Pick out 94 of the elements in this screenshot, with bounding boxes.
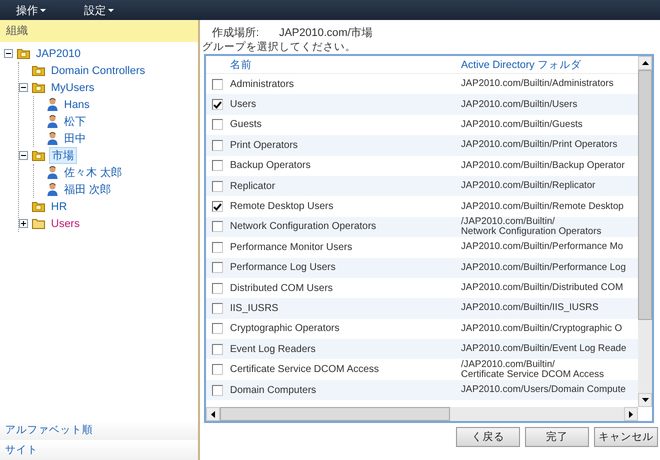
checkbox[interactable] [212, 160, 222, 172]
column-header[interactable]: 名前 [228, 58, 461, 72]
table-cell-text: Administrators [229, 78, 295, 90]
table-cell-text: /JAP2010.com/Builtin/ Network Configuration Operators [461, 216, 602, 237]
dialog-button[interactable]: 完了 [525, 427, 589, 447]
table-cell-text: JAP2010.com/Users/Domain Compute [461, 385, 627, 396]
table-cell-text: JAP2010.com/Builtin/Administrators [461, 79, 614, 90]
table-cell-text: IIS_IUSRS [229, 302, 280, 314]
collapse-icon[interactable] [19, 151, 31, 160]
checkbox[interactable] [212, 344, 222, 355]
tree-item[interactable]: JAP2010 [34, 48, 83, 60]
user-icon [47, 183, 58, 196]
table-cell-text: Cryptographic Operators [229, 323, 340, 334]
table-cell-text: JAP2010.com/Builtin/Distributed COM [461, 283, 624, 294]
tree-item[interactable]: 福田 次郎 [62, 182, 114, 197]
table-cell-text: Network Configuration Operators [229, 221, 378, 232]
table-cell-text: Backup Operators [229, 160, 312, 172]
scroll-up-icon[interactable] [638, 56, 652, 70]
table-cell-text: JAP2010.com/Builtin/Remote Desktop [461, 202, 625, 212]
checkbox[interactable] [212, 99, 222, 110]
table-cell-text: Remote Desktop Users [229, 201, 334, 212]
checkbox[interactable] [212, 201, 222, 212]
expand-icon[interactable] [19, 219, 31, 228]
checkbox[interactable] [212, 262, 222, 274]
table-cell-text: JAP2010.com/Builtin/Performance Mo [461, 242, 624, 252]
tree-item[interactable]: 佐々木 太郎 [62, 165, 124, 180]
checkbox[interactable] [212, 119, 222, 130]
location-value: JAP2010.com/市場 [279, 26, 373, 40]
user-icon [47, 132, 58, 145]
sidebar-header: 組織 [0, 20, 198, 42]
checkbox[interactable] [212, 364, 222, 376]
table-cell-text: Distributed COM Users [229, 282, 334, 294]
table-cell-text: Guests [229, 119, 263, 130]
table-cell-text: JAP2010.com/Builtin/Performance Log [461, 262, 627, 273]
checkbox[interactable] [212, 221, 222, 232]
user-icon [47, 166, 58, 179]
table-cell-text: JAP2010.com/Builtin/Guests [461, 120, 584, 130]
tree-item[interactable]: Hans [62, 98, 92, 110]
horizontal-scrollbar[interactable] [206, 407, 638, 421]
checkbox[interactable] [212, 282, 222, 294]
table-cell-text: Print Operators [229, 140, 299, 151]
table-cell-text: JAP2010.com/Builtin/Users [461, 100, 578, 110]
tree-item[interactable]: 田中 [62, 131, 88, 146]
scrollbar-thumb[interactable] [220, 407, 450, 421]
scroll-right-icon[interactable] [624, 407, 638, 421]
user-icon [47, 115, 58, 128]
table-cell-text: JAP2010.com/Builtin/Print Operators [461, 140, 618, 150]
table-cell-text: /JAP2010.com/Builtin/ Certificate Service DCOM Access [461, 360, 605, 380]
caret-icon [108, 8, 114, 12]
instruction-text: グループを選択してください。 [202, 40, 357, 54]
table-cell-text: Certificate Service DCOM Access [229, 364, 380, 376]
table-cell-text: Performance Monitor Users [229, 242, 354, 253]
location-label: 作成場所: [212, 26, 260, 40]
checkbox[interactable] [212, 140, 222, 151]
scrollbar-thumb[interactable] [638, 70, 652, 320]
dialog-button[interactable]: キャンセル [594, 427, 658, 447]
tree-item[interactable]: Domain Controllers [49, 64, 148, 76]
folder-icon [17, 48, 30, 59]
menu-button[interactable]: 操作 [12, 2, 50, 18]
folder-icon [32, 150, 45, 161]
tree-item[interactable]: HR [49, 200, 69, 212]
folder-icon [32, 65, 45, 76]
checkbox[interactable] [212, 302, 222, 314]
checkbox[interactable] [212, 78, 222, 90]
scroll-down-icon[interactable] [638, 393, 652, 407]
checkbox[interactable] [212, 323, 222, 334]
table-cell-text: Performance Log Users [229, 262, 337, 274]
tree-item[interactable]: 市場 [49, 147, 77, 164]
folder-icon [32, 218, 45, 229]
scroll-left-icon[interactable] [206, 407, 220, 421]
dialog-button[interactable]: く戻る [456, 427, 520, 447]
folder-icon [32, 82, 45, 93]
tree-item[interactable]: Users [49, 218, 82, 230]
table-cell-text: Users [229, 99, 258, 110]
vertical-scrollbar[interactable] [638, 56, 652, 407]
menu-button[interactable]: 設定 [80, 2, 118, 18]
table-cell-text: JAP2010.com/Builtin/Event Log Reade [461, 344, 628, 354]
tree-item[interactable]: MyUsers [49, 82, 96, 94]
folder-icon [32, 201, 45, 212]
table-cell-text: JAP2010.com/Builtin/Cryptographic O [461, 324, 624, 334]
caret-icon [40, 8, 46, 12]
checkbox[interactable] [212, 384, 222, 396]
table-cell-text: JAP2010.com/Builtin/IIS_IUSRS [461, 303, 600, 314]
table-cell-text: Replicator [229, 180, 276, 192]
table-cell-text: Event Log Readers [229, 344, 317, 355]
checkbox[interactable] [212, 180, 222, 192]
table-cell-text: Domain Computers [229, 384, 318, 396]
table-cell-text: JAP2010.com/Builtin/Replicator [461, 181, 596, 192]
checkbox[interactable] [212, 242, 222, 253]
tree-item[interactable]: 松下 [62, 114, 88, 129]
user-icon [47, 98, 58, 111]
collapse-icon[interactable] [4, 49, 16, 58]
collapse-icon[interactable] [19, 83, 31, 92]
table-cell-text: JAP2010.com/Builtin/Backup Operator [461, 160, 626, 171]
